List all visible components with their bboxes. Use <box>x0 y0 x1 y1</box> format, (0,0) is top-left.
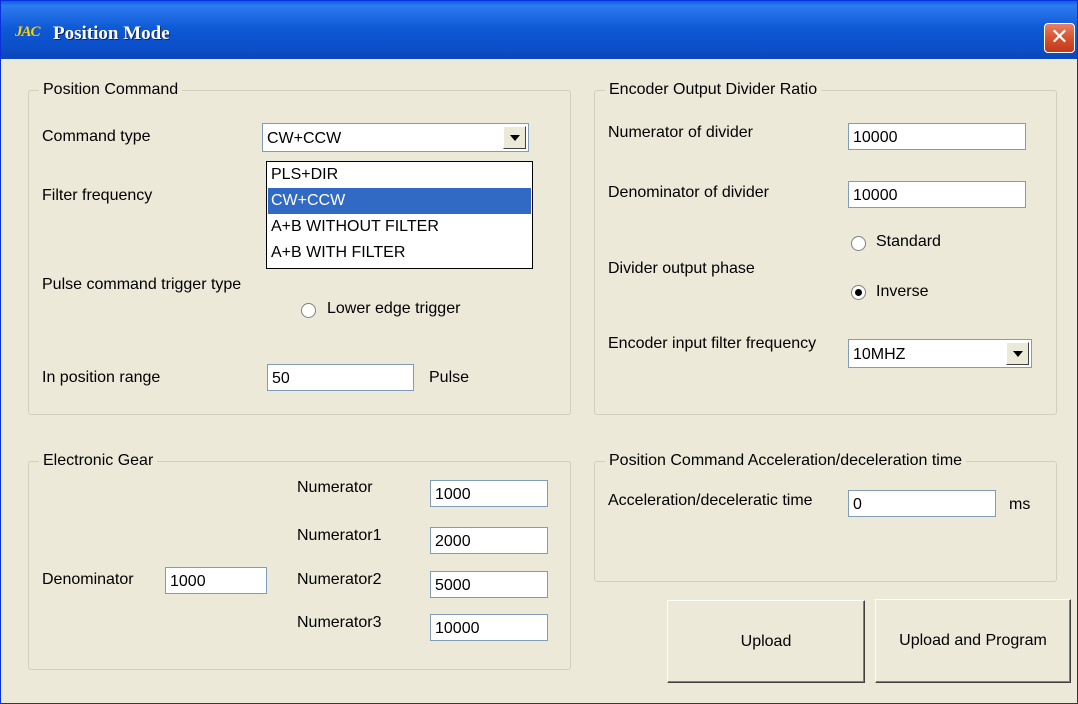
encoder-filter-label: Encoder input filter frequency <box>608 335 817 352</box>
encoder-filter-select[interactable]: 10MHZ <box>848 339 1032 368</box>
gear-numerator-label: Numerator <box>297 479 373 496</box>
command-type-option[interactable]: A+B WITHOUT FILTER <box>268 214 531 240</box>
gear-denominator-input[interactable]: 1000 <box>165 567 267 594</box>
standard-radio[interactable] <box>851 236 866 251</box>
standard-label: Standard <box>876 233 941 250</box>
accel-decel-legend: Position Command Acceleration/decelerati… <box>605 452 967 470</box>
electronic-gear-legend: Electronic Gear <box>39 452 158 470</box>
window-title: Position Mode <box>53 23 170 44</box>
command-type-option-selected[interactable]: CW+CCW <box>268 188 531 214</box>
encoder-divider-legend: Encoder Output Divider Ratio <box>605 81 822 99</box>
command-type-option[interactable]: A+B WITH FILTER <box>268 240 531 266</box>
position-mode-window: JAC Position Mode ✕ Position Command Com… <box>0 0 1078 704</box>
accel-decel-group: Position Command Acceleration/decelerati… <box>594 452 1057 582</box>
command-type-value: CW+CCW <box>267 130 342 147</box>
upload-and-program-button[interactable]: Upload and Program <box>875 599 1071 683</box>
gear-numerator1-input[interactable]: 2000 <box>430 527 548 554</box>
inverse-label: Inverse <box>876 283 929 300</box>
gear-numerator-input[interactable]: 1000 <box>430 480 548 507</box>
gear-numerator1-label: Numerator1 <box>297 527 382 544</box>
app-logo-icon: JAC <box>15 24 41 40</box>
encoder-divider-group: Encoder Output Divider Ratio Numerator o… <box>594 81 1057 415</box>
in-position-label: In position range <box>42 369 161 386</box>
electronic-gear-group: Electronic Gear Denominator 1000 Numerat… <box>28 452 571 670</box>
command-type-select[interactable]: CW+CCW <box>262 123 529 152</box>
gear-denominator-label: Denominator <box>42 571 134 588</box>
pulse-trigger-label: Pulse command trigger type <box>42 276 242 293</box>
upload-button[interactable]: Upload <box>667 600 865 683</box>
position-command-legend: Position Command <box>39 81 183 99</box>
filter-frequency-label: Filter frequency <box>42 187 153 204</box>
chevron-down-icon[interactable] <box>503 126 526 149</box>
inverse-radio[interactable] <box>851 285 866 300</box>
gear-numerator2-input[interactable]: 5000 <box>430 571 548 598</box>
chevron-down-icon[interactable] <box>1006 342 1029 365</box>
dialog-body: Position Command Command type CW+CCW Fil… <box>5 59 1073 701</box>
denominator-divider-label: Denominator of divider <box>608 184 769 201</box>
command-type-option[interactable]: PLS+DIR <box>268 162 531 188</box>
title-bar[interactable]: JAC Position Mode ✕ <box>1 1 1077 59</box>
command-type-dropdown-list[interactable]: PLS+DIR CW+CCW A+B WITHOUT FILTER A+B WI… <box>266 161 533 269</box>
lower-edge-radio[interactable] <box>301 303 316 318</box>
gear-numerator3-input[interactable]: 10000 <box>430 614 548 641</box>
accel-decel-input[interactable]: 0 <box>848 490 996 517</box>
numerator-divider-label: Numerator of divider <box>608 124 753 141</box>
command-type-label: Command type <box>42 128 151 145</box>
gear-numerator3-label: Numerator3 <box>297 614 382 631</box>
close-icon[interactable]: ✕ <box>1044 23 1075 53</box>
accel-decel-unit: ms <box>1009 496 1031 513</box>
in-position-unit: Pulse <box>429 369 470 386</box>
accel-decel-label: Acceleration/deceleratic time <box>608 492 813 509</box>
encoder-filter-value: 10MHZ <box>853 346 906 363</box>
divider-phase-label: Divider output phase <box>608 260 755 277</box>
lower-edge-label: Lower edge trigger <box>327 300 461 317</box>
in-position-input[interactable]: 50 <box>267 364 414 391</box>
numerator-divider-input[interactable]: 10000 <box>848 123 1026 150</box>
denominator-divider-input[interactable]: 10000 <box>848 181 1026 208</box>
gear-numerator2-label: Numerator2 <box>297 571 382 588</box>
